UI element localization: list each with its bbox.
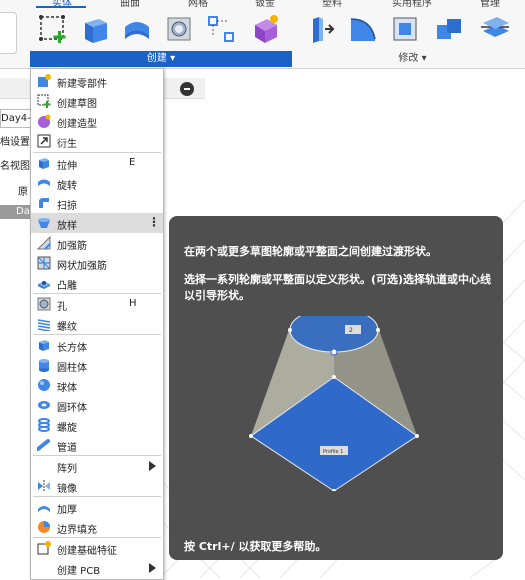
- menu-item-cylinder[interactable]: 圆柱体: [31, 355, 163, 375]
- menu-item-shortcut: E: [129, 157, 136, 168]
- sweep-icon: [39, 198, 49, 208]
- tooltip-help-hint: 按 Ctrl+/ 以获取更多帮助。: [184, 540, 327, 553]
- sphere-icon: [38, 379, 50, 391]
- menu-item-web[interactable]: 网状加强筋: [31, 253, 163, 273]
- document-tab[interactable]: Day4-: [0, 109, 32, 128]
- browser-row-origin[interactable]: 原: [18, 183, 28, 198]
- profile-bottom-label: Profile 1: [323, 449, 343, 455]
- menu-item-label: 镜像: [57, 484, 77, 495]
- loft-tooltip: 在两个或更多草图轮廓或平整面之间创建过渡形状。 选择一系列轮廓或平整面以定义形状…: [169, 216, 503, 560]
- menu-item-label: 圆环体: [57, 403, 87, 414]
- tooltip-description: 在两个或更多草图轮廓或平整面之间创建过渡形状。: [184, 245, 437, 258]
- menu-item-label: 旋转: [57, 181, 77, 192]
- menu-item-label: 新建零部件: [57, 79, 107, 90]
- menu-item-pattern[interactable]: 阵列: [31, 456, 163, 476]
- more-options-icon[interactable]: ⋮: [148, 215, 160, 229]
- browser-row-settings[interactable]: 档设置: [0, 133, 30, 148]
- menu-item-base-feature[interactable]: 创建基础特征: [31, 538, 163, 558]
- box-icon: [39, 340, 49, 351]
- new-component-icon: [38, 74, 51, 87]
- profile-top-label: 2: [349, 327, 353, 334]
- menu-item-sweep[interactable]: 扫掠: [31, 193, 163, 213]
- revolve-icon: [38, 179, 50, 186]
- menu-item-rib[interactable]: 加强筋: [31, 233, 163, 253]
- menu-item-thread[interactable]: 螺纹: [31, 314, 163, 334]
- menu-item-derive[interactable]: 衍生: [31, 131, 163, 151]
- menu-item-coil[interactable]: 螺旋: [31, 415, 163, 435]
- menu-item-label: 放样: [57, 221, 77, 232]
- menu-item-label: 螺旋: [57, 423, 77, 434]
- menu-item-loft[interactable]: 放样 ⋮: [31, 213, 163, 233]
- menu-item-create-sketch[interactable]: 创建草图: [31, 91, 163, 111]
- emboss-icon: [38, 281, 50, 289]
- menu-item-label: 凸雕: [57, 281, 77, 292]
- menu-item-extrude[interactable]: 拉伸 E: [31, 153, 163, 173]
- coil-icon: [38, 418, 50, 432]
- browser-row-selected[interactable]: Da: [0, 205, 30, 219]
- browser-collapse-icon[interactable]: [180, 82, 194, 96]
- menu-item-label: 管道: [57, 443, 77, 454]
- menu-item-label: 加强筋: [57, 241, 87, 252]
- hole-icon: [37, 297, 51, 311]
- menu-item-label: 圆柱体: [57, 363, 87, 374]
- menu-item-pipe[interactable]: 管道: [31, 435, 163, 455]
- thicken-icon: [38, 506, 50, 512]
- browser-row-named-views[interactable]: 名视图: [0, 157, 30, 172]
- menu-item-sphere[interactable]: 球体: [31, 375, 163, 395]
- base-feature-icon: [37, 541, 51, 555]
- menu-item-hole[interactable]: 孔 H: [31, 294, 163, 314]
- menu-item-label: 扫掠: [57, 201, 77, 212]
- derive-icon: [37, 134, 51, 148]
- menu-item-label: 网状加强筋: [57, 261, 107, 272]
- menu-item-label: 拉伸: [57, 161, 77, 172]
- extrude-icon: [39, 158, 49, 169]
- loft-illustration: 2 Profile 1: [249, 316, 419, 491]
- menu-item-box[interactable]: 长方体: [31, 335, 163, 355]
- menu-item-label: 创建造型: [57, 119, 97, 130]
- menu-item-label: 加厚: [57, 505, 77, 516]
- menu-item-label: 边界填充: [57, 525, 97, 536]
- menu-item-boundary-fill[interactable]: 边界填充: [31, 517, 163, 537]
- create-dropdown-menu: 新建零部件 创建草图 创建造型 衍生 拉伸 E 旋转 扫掠 放样 ⋮ 加强筋 网…: [30, 68, 164, 580]
- browser-row-selected-label: Da: [16, 206, 30, 217]
- menu-item-shortcut: H: [129, 298, 137, 309]
- menu-item-label: 衍生: [57, 139, 77, 150]
- menu-item-create-form[interactable]: 创建造型: [31, 111, 163, 131]
- menu-item-emboss[interactable]: 凸雕: [31, 273, 163, 293]
- menu-item-create-pcb[interactable]: 创建 PCB: [31, 558, 163, 578]
- menu-item-label: 球体: [57, 383, 77, 394]
- menu-item-mirror[interactable]: 镜像: [31, 476, 163, 496]
- web-icon: [37, 256, 51, 270]
- cylinder-icon: [39, 359, 49, 372]
- menu-item-torus[interactable]: 圆环体: [31, 395, 163, 415]
- menu-item-thicken[interactable]: 加厚: [31, 497, 163, 517]
- menu-item-label: 创建草图: [57, 99, 97, 110]
- torus-icon: [38, 401, 50, 409]
- menu-item-new-component[interactable]: 新建零部件: [31, 71, 163, 91]
- mirror-icon: [38, 480, 50, 492]
- boundary-fill-icon: [38, 521, 50, 533]
- submenu-arrow-icon: [149, 461, 156, 471]
- menu-item-label: 创建 PCB: [57, 566, 101, 577]
- tooltip-instructions: 选择一系列轮廓或平整面以定义形状。(可选)选择轨道或中心线以引导形状。: [184, 273, 492, 302]
- menu-item-label: 阵列: [57, 464, 77, 475]
- pipe-icon: [37, 439, 50, 451]
- sketch-icon: [37, 94, 51, 108]
- menu-item-label: 螺纹: [57, 322, 77, 333]
- loft-icon: [38, 218, 50, 228]
- rib-icon: [37, 236, 51, 250]
- thread-icon: [37, 319, 51, 331]
- menu-item-revolve[interactable]: 旋转: [31, 173, 163, 193]
- submenu-arrow-icon: [149, 563, 156, 573]
- menu-item-label: 长方体: [57, 343, 87, 354]
- form-icon: [38, 114, 51, 128]
- menu-item-label: 孔: [57, 302, 67, 313]
- menu-item-label: 创建基础特征: [57, 546, 117, 557]
